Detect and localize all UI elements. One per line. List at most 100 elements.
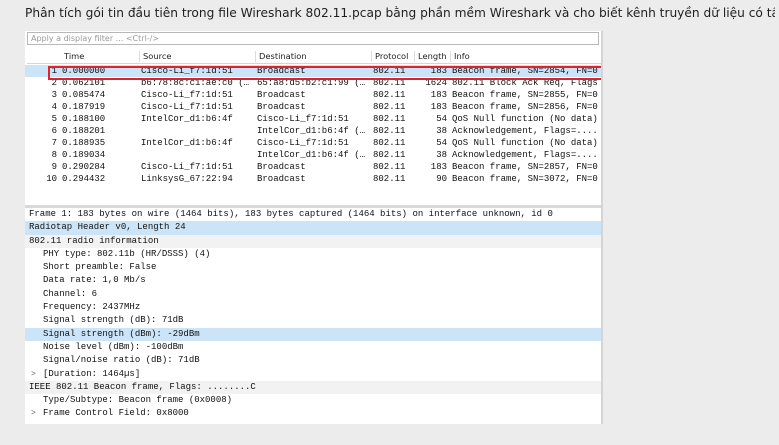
detail-text: 802.11 radio information bbox=[29, 235, 159, 246]
packet-protocol: 802.11 bbox=[373, 114, 406, 124]
detail-row[interactable]: > [Duration: 1464µs] bbox=[25, 368, 601, 381]
detail-row[interactable]: PHY type: 802.11b (HR/DSSS) (4) bbox=[25, 248, 601, 261]
detail-row[interactable]: IEEE 802.11 Beacon frame, Flags: .......… bbox=[25, 380, 601, 395]
detail-text: PHY type: 802.11b (HR/DSSS) (4) bbox=[43, 248, 211, 259]
expand-chevron-icon[interactable]: > bbox=[31, 368, 39, 381]
packet-protocol: 802.11 bbox=[373, 174, 406, 184]
packet-info: Beacon frame, SN=2855, FN=0 bbox=[452, 90, 598, 100]
packet-list-header: Time Source Destination Protocol Length … bbox=[27, 50, 601, 64]
packet-length: 183 bbox=[430, 90, 447, 100]
packet-no: 6 bbox=[51, 126, 57, 136]
packet-destination: 65:a8:d5:b2:c1:99 (… bbox=[257, 78, 366, 88]
packet-no: 3 bbox=[51, 90, 57, 100]
packet-no: 8 bbox=[51, 150, 57, 160]
detail-row[interactable]: Signal strength (dB): 71dB bbox=[25, 314, 601, 327]
packet-time: 0.062101 bbox=[62, 78, 106, 88]
column-header-length[interactable]: Length bbox=[418, 50, 447, 63]
column-header-protocol[interactable]: Protocol bbox=[375, 50, 408, 63]
detail-row[interactable]: Signal/noise ratio (dB): 71dB bbox=[25, 354, 601, 367]
detail-row[interactable]: Frame 1: 183 bytes on wire (1464 bits), … bbox=[25, 208, 601, 221]
packet-protocol: 802.11 bbox=[373, 162, 406, 172]
detail-text: Type/Subtype: Beacon frame (0x0008) bbox=[43, 395, 233, 406]
detail-row[interactable]: > Frame Control Field: 0x8000 bbox=[25, 407, 601, 420]
packet-no: 5 bbox=[51, 114, 57, 124]
packet-row[interactable]: 7 0.188935 IntelCor_d1:b6:4f Cisco-Li_f7:1d… bbox=[25, 137, 601, 149]
column-header-time[interactable]: Time bbox=[64, 50, 84, 63]
packet-protocol: 802.11 bbox=[373, 90, 406, 100]
packet-row[interactable]: 3 0.085474 Cisco-Li_f7:1d:51 Broadcast 802.1… bbox=[25, 89, 601, 101]
packet-time: 0.187919 bbox=[62, 102, 106, 112]
packet-row[interactable]: 8 0.189034 IntelCor_d1:b6:4f (… 802.11 38 Ack… bbox=[25, 149, 601, 161]
packet-info: Acknowledgement, Flags=.... bbox=[452, 126, 598, 136]
packet-details-tree: Frame 1: 183 bytes on wire (1464 bits), … bbox=[25, 208, 601, 421]
detail-row[interactable]: Data rate: 1,0 Mb/s bbox=[25, 274, 601, 287]
packet-info: QoS Null function (No data) bbox=[452, 138, 598, 148]
packet-destination: Broadcast bbox=[257, 66, 306, 76]
packet-destination: Broadcast bbox=[257, 174, 306, 184]
packet-length: 38 bbox=[436, 150, 447, 160]
packet-source: Cisco-Li_f7:1d:51 bbox=[141, 90, 233, 100]
packet-protocol: 802.11 bbox=[373, 138, 406, 148]
packet-destination: Broadcast bbox=[257, 102, 306, 112]
detail-text: Frame 1: 183 bytes on wire (1464 bits), … bbox=[29, 209, 553, 219]
packet-info: QoS Null function (No data) bbox=[452, 114, 598, 124]
packet-info: Acknowledgement, Flags=.... bbox=[452, 150, 598, 160]
detail-text: Data rate: 1,0 Mb/s bbox=[43, 275, 146, 286]
detail-text: Signal/noise ratio (dB): 71dB bbox=[43, 355, 200, 366]
packet-length: 183 bbox=[430, 162, 447, 172]
packet-time: 0.188935 bbox=[62, 138, 106, 148]
detail-text: Frequency: 2437MHz bbox=[43, 302, 141, 313]
detail-text: Channel: 6 bbox=[43, 288, 98, 299]
detail-text: Frame Control Field: 0x8000 bbox=[43, 408, 189, 419]
detail-text: Signal strength (dBm): -29dBm bbox=[43, 328, 200, 339]
packet-length: 54 bbox=[436, 138, 447, 148]
detail-row[interactable]: Radiotap Header v0, Length 24 bbox=[25, 221, 601, 235]
packet-list: 1 0.000000 Cisco-Li_f7:1d:51 Broadcast 802.1… bbox=[25, 65, 601, 185]
packet-source: b6:78:8c:c1:ae:c0 (… bbox=[141, 78, 250, 88]
packet-row[interactable]: 5 0.188100 IntelCor_d1:b6:4f Cisco-Li_f7:1d… bbox=[25, 113, 601, 125]
column-header-destination[interactable]: Destination bbox=[259, 50, 307, 63]
packet-info: Beacon frame, SN=3072, FN=0 bbox=[452, 174, 598, 184]
detail-text: Short preamble: False bbox=[43, 262, 157, 273]
display-filter-input[interactable]: Apply a display filter ... <Ctrl-/> bbox=[27, 32, 599, 45]
expand-chevron-icon[interactable]: > bbox=[31, 407, 39, 420]
detail-text: [Duration: 1464µs] bbox=[43, 368, 141, 379]
packet-info: Beacon frame, SN=2854, FN=0 bbox=[452, 66, 598, 76]
packet-time: 0.189034 bbox=[62, 150, 106, 160]
detail-row[interactable]: Frequency: 2437MHz bbox=[25, 301, 601, 314]
packet-source: Cisco-Li_f7:1d:51 bbox=[141, 162, 233, 172]
packet-time: 0.290284 bbox=[62, 162, 106, 172]
packet-protocol: 802.11 bbox=[373, 150, 406, 160]
detail-row[interactable]: Signal strength (dBm): -29dBm bbox=[25, 327, 601, 341]
packet-protocol: 802.11 bbox=[373, 66, 406, 76]
packet-destination: IntelCor_d1:b6:4f (… bbox=[257, 150, 366, 160]
packet-row[interactable]: 10 0.294432 LinksysG_67:22:94 Broadcast 802.… bbox=[25, 173, 601, 185]
packet-length: 90 bbox=[436, 174, 447, 184]
detail-row[interactable]: Channel: 6 bbox=[25, 288, 601, 301]
wireshark-window: Apply a display filter ... <Ctrl-/> Time… bbox=[25, 31, 601, 424]
packet-protocol: 802.11 bbox=[373, 126, 406, 136]
packet-length: 1624 bbox=[425, 78, 447, 88]
detail-text: Signal strength (dB): 71dB bbox=[43, 315, 184, 326]
detail-row[interactable]: Noise level (dBm): -100dBm bbox=[25, 341, 601, 354]
packet-protocol: 802.11 bbox=[373, 102, 406, 112]
packet-row[interactable]: 4 0.187919 Cisco-Li_f7:1d:51 Broadcast 802.1… bbox=[25, 101, 601, 113]
packet-row[interactable]: 9 0.290284 Cisco-Li_f7:1d:51 Broadcast 802.1… bbox=[25, 161, 601, 173]
packet-time: 0.188100 bbox=[62, 114, 106, 124]
detail-text: Noise level (dBm): -100dBm bbox=[43, 341, 184, 352]
column-header-source[interactable]: Source bbox=[143, 50, 172, 63]
packet-source: Cisco-Li_f7:1d:51 bbox=[141, 102, 233, 112]
packet-destination: IntelCor_d1:b6:4f (… bbox=[257, 126, 366, 136]
detail-row[interactable]: 802.11 radio information bbox=[25, 234, 601, 248]
packet-time: 0.294432 bbox=[62, 174, 106, 184]
packet-no: 2 bbox=[51, 78, 57, 88]
packet-row[interactable]: 6 0.188201 IntelCor_d1:b6:4f (… 802.11 38 Ack… bbox=[25, 125, 601, 137]
packet-source: Cisco-Li_f7:1d:51 bbox=[141, 66, 233, 76]
packet-length: 54 bbox=[436, 114, 447, 124]
packet-row[interactable]: 2 0.062101 b6:78:8c:c1:ae:c0 (… 65:a8:d5:b2… bbox=[25, 77, 601, 89]
detail-row[interactable]: Type/Subtype: Beacon frame (0x0008) bbox=[25, 394, 601, 407]
packet-length: 183 bbox=[430, 102, 447, 112]
column-header-info[interactable]: Info bbox=[454, 50, 470, 63]
detail-row[interactable]: Short preamble: False bbox=[25, 261, 601, 274]
packet-row[interactable]: 1 0.000000 Cisco-Li_f7:1d:51 Broadcast 802.1… bbox=[25, 65, 601, 77]
